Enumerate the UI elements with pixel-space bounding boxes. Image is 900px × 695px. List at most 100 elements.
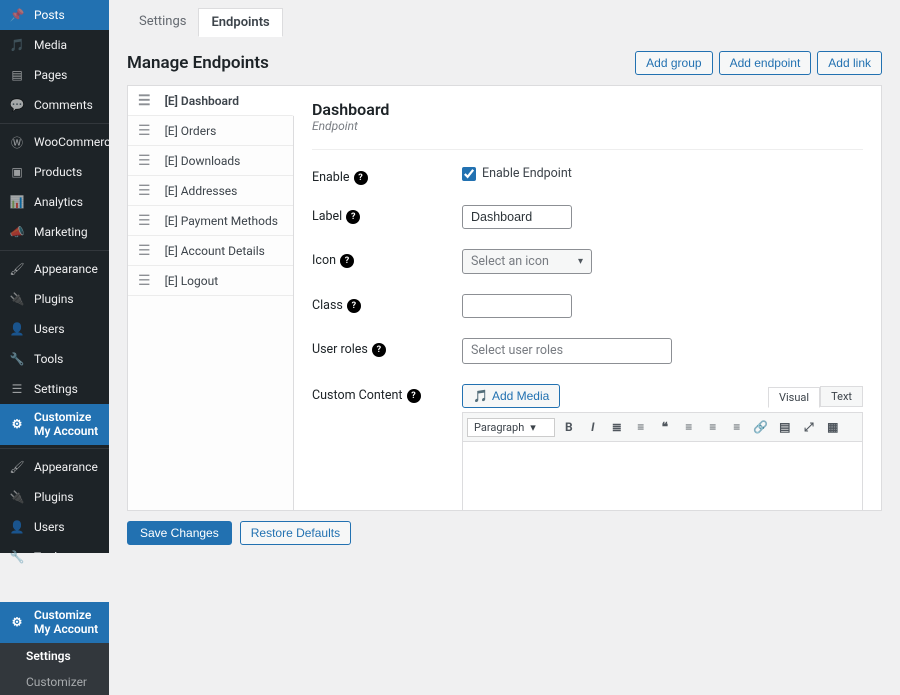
bold-icon[interactable]: B	[559, 417, 579, 437]
endpoint-row[interactable]: ☰[E] Account Details	[128, 236, 293, 266]
fullscreen-icon[interactable]: ⤢	[799, 417, 819, 437]
sidebar-item-settings[interactable]: ☰Settings	[0, 572, 109, 602]
sidebar-item-marketing[interactable]: 📣Marketing	[0, 217, 109, 247]
sliders-icon: ☰	[8, 380, 26, 398]
sidebar-label: Customize My Account	[34, 608, 101, 637]
link-icon[interactable]: 🔗	[751, 417, 771, 437]
class-input[interactable]	[462, 294, 572, 318]
page-title: Manage Endpoints	[127, 53, 269, 73]
drag-handle-icon[interactable]: ☰	[138, 123, 151, 139]
archive-icon: ▣	[8, 163, 26, 181]
label-text: Class	[312, 298, 343, 313]
help-icon[interactable]: ?	[372, 343, 386, 357]
sidebar-item-media[interactable]: 🎵 Media	[0, 30, 109, 60]
help-icon[interactable]: ?	[354, 171, 368, 185]
drag-handle-icon[interactable]: ☰	[138, 213, 151, 229]
read-more-icon[interactable]: ▤	[775, 417, 795, 437]
toolbar-toggle-icon[interactable]: ▦	[823, 417, 843, 437]
sidebar-item-products[interactable]: ▣Products	[0, 157, 109, 187]
tab-settings[interactable]: Settings	[127, 8, 198, 37]
align-left-icon[interactable]: ≡	[679, 417, 699, 437]
sidebar-item-plugins[interactable]: 🔌Plugins	[0, 482, 109, 512]
submenu-item-customizer[interactable]: Customizer	[0, 669, 109, 695]
media-icon: 🎵	[8, 36, 26, 54]
endpoint-row[interactable]: ☰ [E] Payment Methods	[128, 206, 293, 236]
help-icon[interactable]: ?	[346, 210, 360, 224]
endpoint-row[interactable]: ☰[E] Addresses	[128, 176, 293, 206]
row-enable: Enable? Enable Endpoint	[312, 166, 863, 185]
label-input[interactable]	[462, 205, 572, 229]
plug-icon: 🔌	[8, 290, 26, 308]
sidebar-item-analytics[interactable]: 📊Analytics	[0, 187, 109, 217]
gear-icon: ⚙	[8, 613, 26, 631]
numbered-list-icon[interactable]: ≡	[631, 417, 651, 437]
sidebar-label: Customize My Account	[34, 410, 101, 439]
endpoint-row[interactable]: ☰[E] Downloads	[128, 146, 293, 176]
sidebar-label: Users	[34, 322, 65, 336]
enable-endpoint-input[interactable]	[462, 167, 476, 181]
sidebar-item-settings[interactable]: ☰Settings	[0, 374, 109, 404]
sidebar-item-users[interactable]: 👤Users	[0, 512, 109, 542]
restore-defaults-button[interactable]: Restore Defaults	[240, 521, 351, 545]
sidebar-item-appearance[interactable]: 🖌 Appearance	[0, 254, 109, 284]
sidebar-item-customize-my-account[interactable]: ⚙ Customize My Account	[0, 602, 109, 643]
save-changes-button[interactable]: Save Changes	[127, 521, 232, 545]
checkbox-label: Enable Endpoint	[482, 166, 572, 181]
tab-visual[interactable]: Visual	[768, 387, 820, 408]
sidebar-label: Plugins	[34, 292, 74, 306]
endpoint-row[interactable]: ☰[E] Dashboard	[128, 86, 294, 116]
add-link-button[interactable]: Add link	[817, 51, 882, 75]
drag-handle-icon[interactable]: ☰	[138, 183, 151, 199]
plug-icon: 🔌	[8, 488, 26, 506]
help-icon[interactable]: ?	[347, 299, 361, 313]
add-endpoint-button[interactable]: Add endpoint	[719, 51, 812, 75]
submenu-item-settings[interactable]: Settings	[0, 643, 109, 669]
sidebar-item-plugins[interactable]: 🔌 Plugins	[0, 284, 109, 314]
comment-icon: 💬	[8, 96, 26, 114]
sidebar-label: Appearance	[34, 262, 98, 276]
label-text: User roles	[312, 342, 368, 357]
endpoint-row[interactable]: ☰[E] Logout	[128, 266, 293, 296]
tab-endpoints[interactable]: Endpoints	[198, 8, 282, 37]
sidebar-item-users[interactable]: 👤Users	[0, 314, 109, 344]
sidebar-item-posts[interactable]: 📌Posts	[0, 0, 109, 30]
sidebar-item-appearance[interactable]: 🖌Appearance	[0, 452, 109, 482]
italic-icon[interactable]: I	[583, 417, 603, 437]
add-group-button[interactable]: Add group	[635, 51, 712, 75]
endpoint-row[interactable]: ☰[E] Orders	[128, 116, 293, 146]
main-content: Settings Endpoints Manage Endpoints Add …	[109, 0, 900, 553]
sidebar-item-customize-my-account[interactable]: ⚙Customize My Account	[0, 404, 109, 445]
row-label: Label?	[312, 205, 863, 229]
align-right-icon[interactable]: ≡	[727, 417, 747, 437]
sidebar-item-comments[interactable]: 💬Comments	[0, 90, 109, 120]
wp-editor: 🎵Add Media Visual Text Paragraph▾ B I ≣ …	[462, 384, 863, 510]
user-roles-select[interactable]: Select user roles	[462, 338, 672, 364]
paragraph-format-select[interactable]: Paragraph▾	[467, 418, 555, 437]
footer-actions: Save Changes Restore Defaults	[127, 511, 882, 545]
drag-handle-icon[interactable]: ☰	[138, 273, 151, 289]
add-media-button[interactable]: 🎵Add Media	[462, 384, 560, 408]
align-center-icon[interactable]: ≡	[703, 417, 723, 437]
drag-handle-icon[interactable]: ☰	[138, 153, 151, 169]
media-icon: 🎵	[473, 389, 488, 403]
help-icon[interactable]: ?	[407, 389, 421, 403]
sidebar-item-tools[interactable]: 🔧Tools	[0, 344, 109, 374]
drag-handle-icon[interactable]: ☰	[138, 243, 151, 259]
icon-select[interactable]: Select an icon▾	[462, 249, 592, 274]
drag-handle-icon[interactable]: ☰	[138, 93, 151, 109]
enable-endpoint-checkbox[interactable]: Enable Endpoint	[462, 166, 863, 181]
content-textarea[interactable]	[462, 442, 863, 510]
help-icon[interactable]: ?	[340, 254, 354, 268]
bullet-list-icon[interactable]: ≣	[607, 417, 627, 437]
sidebar-label: Media	[34, 38, 67, 52]
sidebar-item-pages[interactable]: ▤Pages	[0, 60, 109, 90]
blockquote-icon[interactable]: ❝	[655, 417, 675, 437]
menu-separator	[0, 250, 109, 251]
tab-text[interactable]: Text	[820, 386, 863, 407]
select-label: Paragraph	[474, 421, 524, 434]
endpoint-label: [E] Payment Methods	[165, 214, 278, 228]
sidebar-item-woocommerce[interactable]: ⓌWooCommerce	[0, 127, 109, 157]
sidebar-item-tools[interactable]: 🔧Tools	[0, 542, 109, 572]
brush-icon: 🖌	[8, 260, 26, 278]
label-text: Label	[312, 209, 342, 224]
